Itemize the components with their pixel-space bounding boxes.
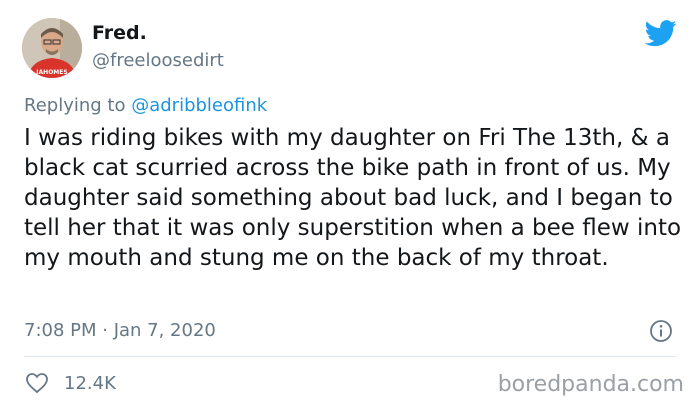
tweet-timestamp[interactable]: 7:08 PM · Jan 7, 2020 [24, 320, 216, 341]
info-icon[interactable] [649, 319, 673, 343]
watermark: boredpanda.com [497, 372, 684, 397]
like-count[interactable]: 12.4K [64, 373, 116, 394]
divider [24, 356, 676, 357]
tweet-text: I was riding bikes with my daughter on F… [24, 125, 682, 271]
avatar[interactable]: IAHOMES [22, 18, 82, 78]
reply-prefix: Replying to [24, 95, 126, 116]
reply-context: Replying to @adribbleofink [24, 95, 267, 116]
display-name[interactable]: Fred. [92, 22, 147, 44]
twitter-bird-icon[interactable] [644, 20, 677, 47]
reply-mention-link[interactable]: @adribbleofink [131, 95, 267, 116]
heart-icon[interactable] [25, 372, 49, 394]
user-handle[interactable]: @freeloosedirt [92, 50, 224, 71]
avatar-shirt-text: IAHOMES [36, 69, 67, 76]
